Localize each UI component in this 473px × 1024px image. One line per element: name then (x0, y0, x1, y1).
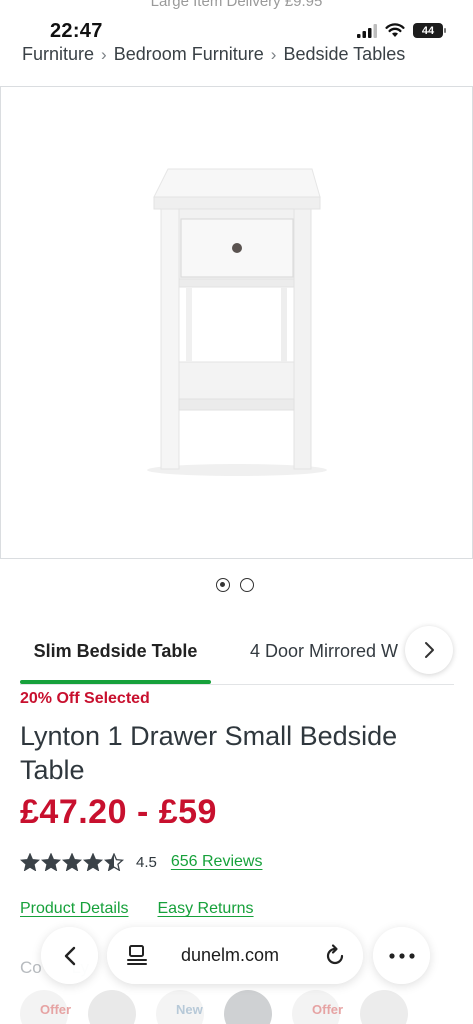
tabs-icon (127, 945, 147, 965)
product-price: £47.20 - £59 (20, 793, 217, 831)
breadcrumb-item-furniture[interactable]: Furniture (22, 44, 94, 65)
swatch-tag: Offer (312, 1002, 344, 1017)
rating-row: 4.5 656 Reviews (20, 853, 262, 871)
more-icon (388, 952, 415, 959)
rating-value: 4.5 (136, 853, 157, 871)
star-icon (62, 853, 82, 871)
gallery-dot-2[interactable] (240, 578, 254, 592)
tabs-scroll-right-button[interactable] (405, 626, 453, 674)
colour-swatches: Offer New Offer (20, 990, 473, 1024)
product-details-link[interactable]: Product Details (20, 900, 129, 918)
product-image-gallery[interactable] (0, 86, 473, 559)
star-icon (20, 853, 40, 871)
breadcrumb: Furniture › Bedroom Furniture › Bedside … (22, 44, 473, 65)
back-button[interactable] (41, 927, 98, 984)
star-icon (83, 853, 103, 871)
tab-4-door-mirrored[interactable]: 4 Door Mirrored W (250, 641, 398, 662)
browser-toolbar: dunelm.com (0, 924, 473, 986)
breadcrumb-item-bedroom-furniture[interactable]: Bedroom Furniture (114, 44, 264, 65)
swatch-tag: Offer (40, 1002, 72, 1017)
colour-swatch[interactable] (360, 990, 408, 1024)
gallery-pagination (216, 578, 254, 592)
gallery-dot-1[interactable] (216, 578, 230, 592)
info-links: Product Details Easy Returns (20, 900, 254, 918)
battery-level: 44 (421, 24, 435, 37)
url-text: dunelm.com (181, 945, 280, 965)
colour-swatch[interactable] (88, 990, 136, 1024)
promo-text: Large Item Delivery £9.95 (150, 0, 323, 10)
product-title: Lynton 1 Drawer Small Bedside Table (20, 721, 398, 785)
status-icons: 44 (357, 23, 446, 38)
rating-stars (20, 853, 124, 871)
reload-icon[interactable] (323, 943, 347, 967)
star-icon (104, 853, 124, 871)
product-image (147, 168, 327, 476)
status-time: 22:47 (50, 20, 103, 42)
chevron-right-icon (425, 642, 434, 658)
breadcrumb-item-bedside-tables[interactable]: Bedside Tables (283, 44, 405, 65)
battery-icon: 44 (413, 23, 446, 38)
tab-slim-bedside-table[interactable]: Slim Bedside Table (20, 641, 211, 662)
variant-tabs: Slim Bedside Table 4 Door Mirrored W (20, 627, 454, 685)
address-bar[interactable]: dunelm.com (107, 927, 363, 984)
reviews-link[interactable]: 656 Reviews (171, 853, 263, 871)
active-tab-indicator (20, 680, 211, 684)
star-icon (41, 853, 61, 871)
offer-badge: 20% Off Selected (20, 690, 150, 707)
status-bar: 22:47 44 (0, 14, 473, 48)
easy-returns-link[interactable]: Easy Returns (158, 900, 254, 918)
chevron-right-icon: › (101, 44, 107, 64)
wifi-icon (385, 23, 405, 37)
more-button[interactable] (373, 927, 430, 984)
signal-icon (357, 23, 377, 38)
swatch-tag: New (176, 1002, 203, 1017)
colour-swatch[interactable] (224, 990, 272, 1024)
back-icon (64, 946, 75, 965)
chevron-right-icon: › (270, 44, 277, 64)
promo-banner: Large Item Delivery £9.95 (0, 0, 473, 14)
